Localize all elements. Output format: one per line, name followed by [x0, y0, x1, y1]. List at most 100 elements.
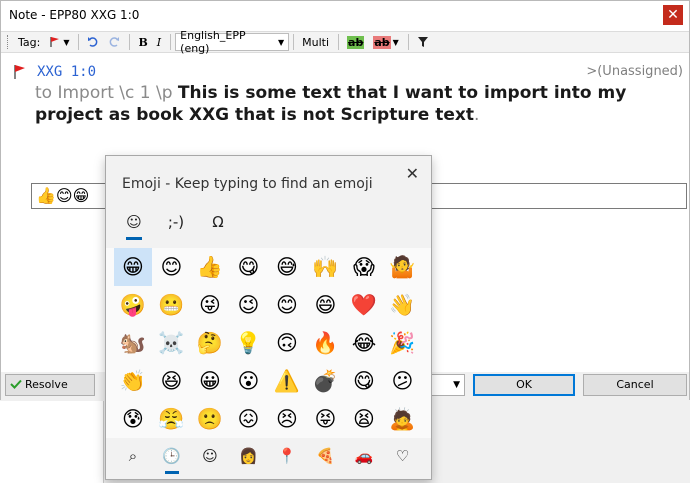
tab-symbols[interactable]: Ω: [202, 208, 234, 240]
heart-icon[interactable]: ♡: [384, 440, 422, 476]
resolve-button[interactable]: Resolve: [5, 374, 95, 396]
trailing-period: .: [474, 105, 480, 125]
verse-reference[interactable]: XXG 1:0: [37, 64, 96, 80]
strike-red-icon: ab: [373, 35, 391, 49]
emoji-cell[interactable]: ☠️: [153, 324, 191, 362]
emoji-cell[interactable]: 😊: [268, 286, 306, 324]
emoji-cell[interactable]: 😖: [230, 400, 268, 438]
separator: [129, 34, 131, 50]
undo-icon: [88, 37, 98, 47]
close-window-button[interactable]: ✕: [663, 5, 683, 25]
emoji-cell[interactable]: 😣: [268, 400, 306, 438]
bold-button[interactable]: B: [134, 32, 151, 52]
emoji-cell[interactable]: 🎉: [384, 324, 422, 362]
emoji-cell[interactable]: 😆: [153, 362, 191, 400]
language-value: English_EPP (eng): [180, 29, 246, 55]
red-flag-icon: [14, 65, 25, 79]
redo-button[interactable]: [104, 32, 124, 52]
filter-button[interactable]: [413, 32, 433, 52]
emoji-cell[interactable]: 🤔: [191, 324, 229, 362]
emoji-cell[interactable]: 😋: [345, 362, 383, 400]
emoji-cell[interactable]: 🙌: [307, 248, 345, 286]
emoji-cell[interactable]: 😰: [114, 400, 152, 438]
assign-dropdown[interactable]: ▼: [431, 374, 465, 396]
emoji-cell[interactable]: 😁: [114, 248, 152, 286]
emoji-cell[interactable]: 🙇: [384, 400, 422, 438]
emoji-cell[interactable]: 😄: [307, 286, 345, 324]
emoji-cell[interactable]: 😀: [191, 362, 229, 400]
emoji-cell[interactable]: 😕: [384, 362, 422, 400]
undo-button[interactable]: [83, 32, 103, 52]
assignment-status[interactable]: >(Unassigned): [586, 64, 683, 79]
tag-label: Tag:: [18, 35, 41, 49]
check-icon: [10, 379, 22, 389]
ok-button[interactable]: OK: [473, 374, 575, 396]
filter-icon: [417, 37, 428, 47]
emoji-cell[interactable]: 🤷: [384, 248, 422, 286]
window-title: Note - EPP80 XXG 1:0: [9, 8, 140, 22]
multi-button[interactable]: Multi: [298, 32, 333, 52]
emoji-cell[interactable]: 🙃: [268, 324, 306, 362]
emoji-cell[interactable]: 😅: [268, 248, 306, 286]
toolbar-grip: [7, 35, 10, 49]
chevron-down-icon: ▼: [278, 37, 285, 47]
emoji-panel-title: Emoji - Keep typing to find an emoji: [122, 176, 373, 192]
emoji-cell[interactable]: 😬: [153, 286, 191, 324]
mark-green-button[interactable]: ab: [343, 32, 368, 52]
emoji-cell[interactable]: 👍: [191, 248, 229, 286]
emoji-cell[interactable]: 🤪: [114, 286, 152, 324]
emoji-cell[interactable]: 💡: [230, 324, 268, 362]
tab-emoji[interactable]: ☺: [118, 208, 150, 240]
car-icon[interactable]: 🚗: [345, 440, 383, 476]
emoji-cell[interactable]: 😉: [230, 286, 268, 324]
clock-icon[interactable]: 🕒: [153, 440, 191, 476]
flag-icon: [50, 37, 60, 47]
emoji-cell[interactable]: 😮: [230, 362, 268, 400]
emoji-cell[interactable]: 🔥: [307, 324, 345, 362]
emoji-cell[interactable]: 🐿️: [114, 324, 152, 362]
tab-kaomoji[interactable]: ;-): [160, 208, 192, 240]
emoji-panel: Emoji - Keep typing to find an emoji ✕ ☺…: [105, 155, 432, 480]
emoji-cell[interactable]: 😫: [345, 400, 383, 438]
emoji-cell[interactable]: 👏: [114, 362, 152, 400]
search-icon[interactable]: ⌕: [114, 440, 152, 476]
emoji-cell[interactable]: ❤️: [345, 286, 383, 324]
italic-button[interactable]: I: [153, 32, 165, 52]
person-icon[interactable]: 👩: [230, 440, 268, 476]
usfm-markers: to Import \c 1 \p: [35, 83, 178, 103]
mark-red-button[interactable]: ab ▼: [369, 32, 402, 52]
emoji-cell[interactable]: ⚠️: [268, 362, 306, 400]
emoji-cell[interactable]: 😂: [345, 324, 383, 362]
separator: [293, 34, 295, 50]
separator: [170, 34, 172, 50]
separator: [338, 34, 340, 50]
note-paragraph: to Import \c 1 \p This is some text that…: [35, 82, 685, 126]
background-list: [0, 401, 104, 483]
emoji-tabs: ☺ ;-) Ω: [118, 208, 418, 240]
emoji-cell[interactable]: 😤: [153, 400, 191, 438]
pin-icon[interactable]: 📍: [268, 440, 306, 476]
smiley-icon[interactable]: ☺: [191, 440, 229, 476]
close-icon[interactable]: ✕: [406, 164, 419, 183]
tag-dropdown[interactable]: ▼: [45, 32, 73, 52]
strike-green-icon: ab: [347, 35, 365, 49]
resolve-label: Resolve: [25, 378, 68, 391]
emoji-cell[interactable]: 👋: [384, 286, 422, 324]
emoji-cell[interactable]: 😱: [345, 248, 383, 286]
emoji-cell[interactable]: 😜: [191, 286, 229, 324]
language-select[interactable]: English_EPP (eng) ▼: [175, 29, 290, 55]
separator: [78, 34, 80, 50]
separator: [407, 34, 409, 50]
emoji-cell[interactable]: 🙁: [191, 400, 229, 438]
emoji-cell[interactable]: 😊: [153, 248, 191, 286]
pizza-icon[interactable]: 🍕: [307, 440, 345, 476]
toolbar: Tag: ▼ B I English_EPP (eng) ▼ Multi ab …: [1, 29, 689, 55]
title-bar: Note - EPP80 XXG 1:0 ✕: [1, 1, 689, 31]
emoji-category-nav: ⌕ 🕒 ☺ 👩 📍 🍕 🚗 ♡: [114, 440, 424, 476]
emoji-cell[interactable]: 😋: [230, 248, 268, 286]
cancel-button[interactable]: Cancel: [583, 374, 687, 396]
emoji-cell[interactable]: 😝: [307, 400, 345, 438]
emoji-cell[interactable]: 💣: [307, 362, 345, 400]
chevron-down-icon: ▼: [453, 380, 460, 390]
chevron-down-icon: ▼: [63, 37, 70, 47]
